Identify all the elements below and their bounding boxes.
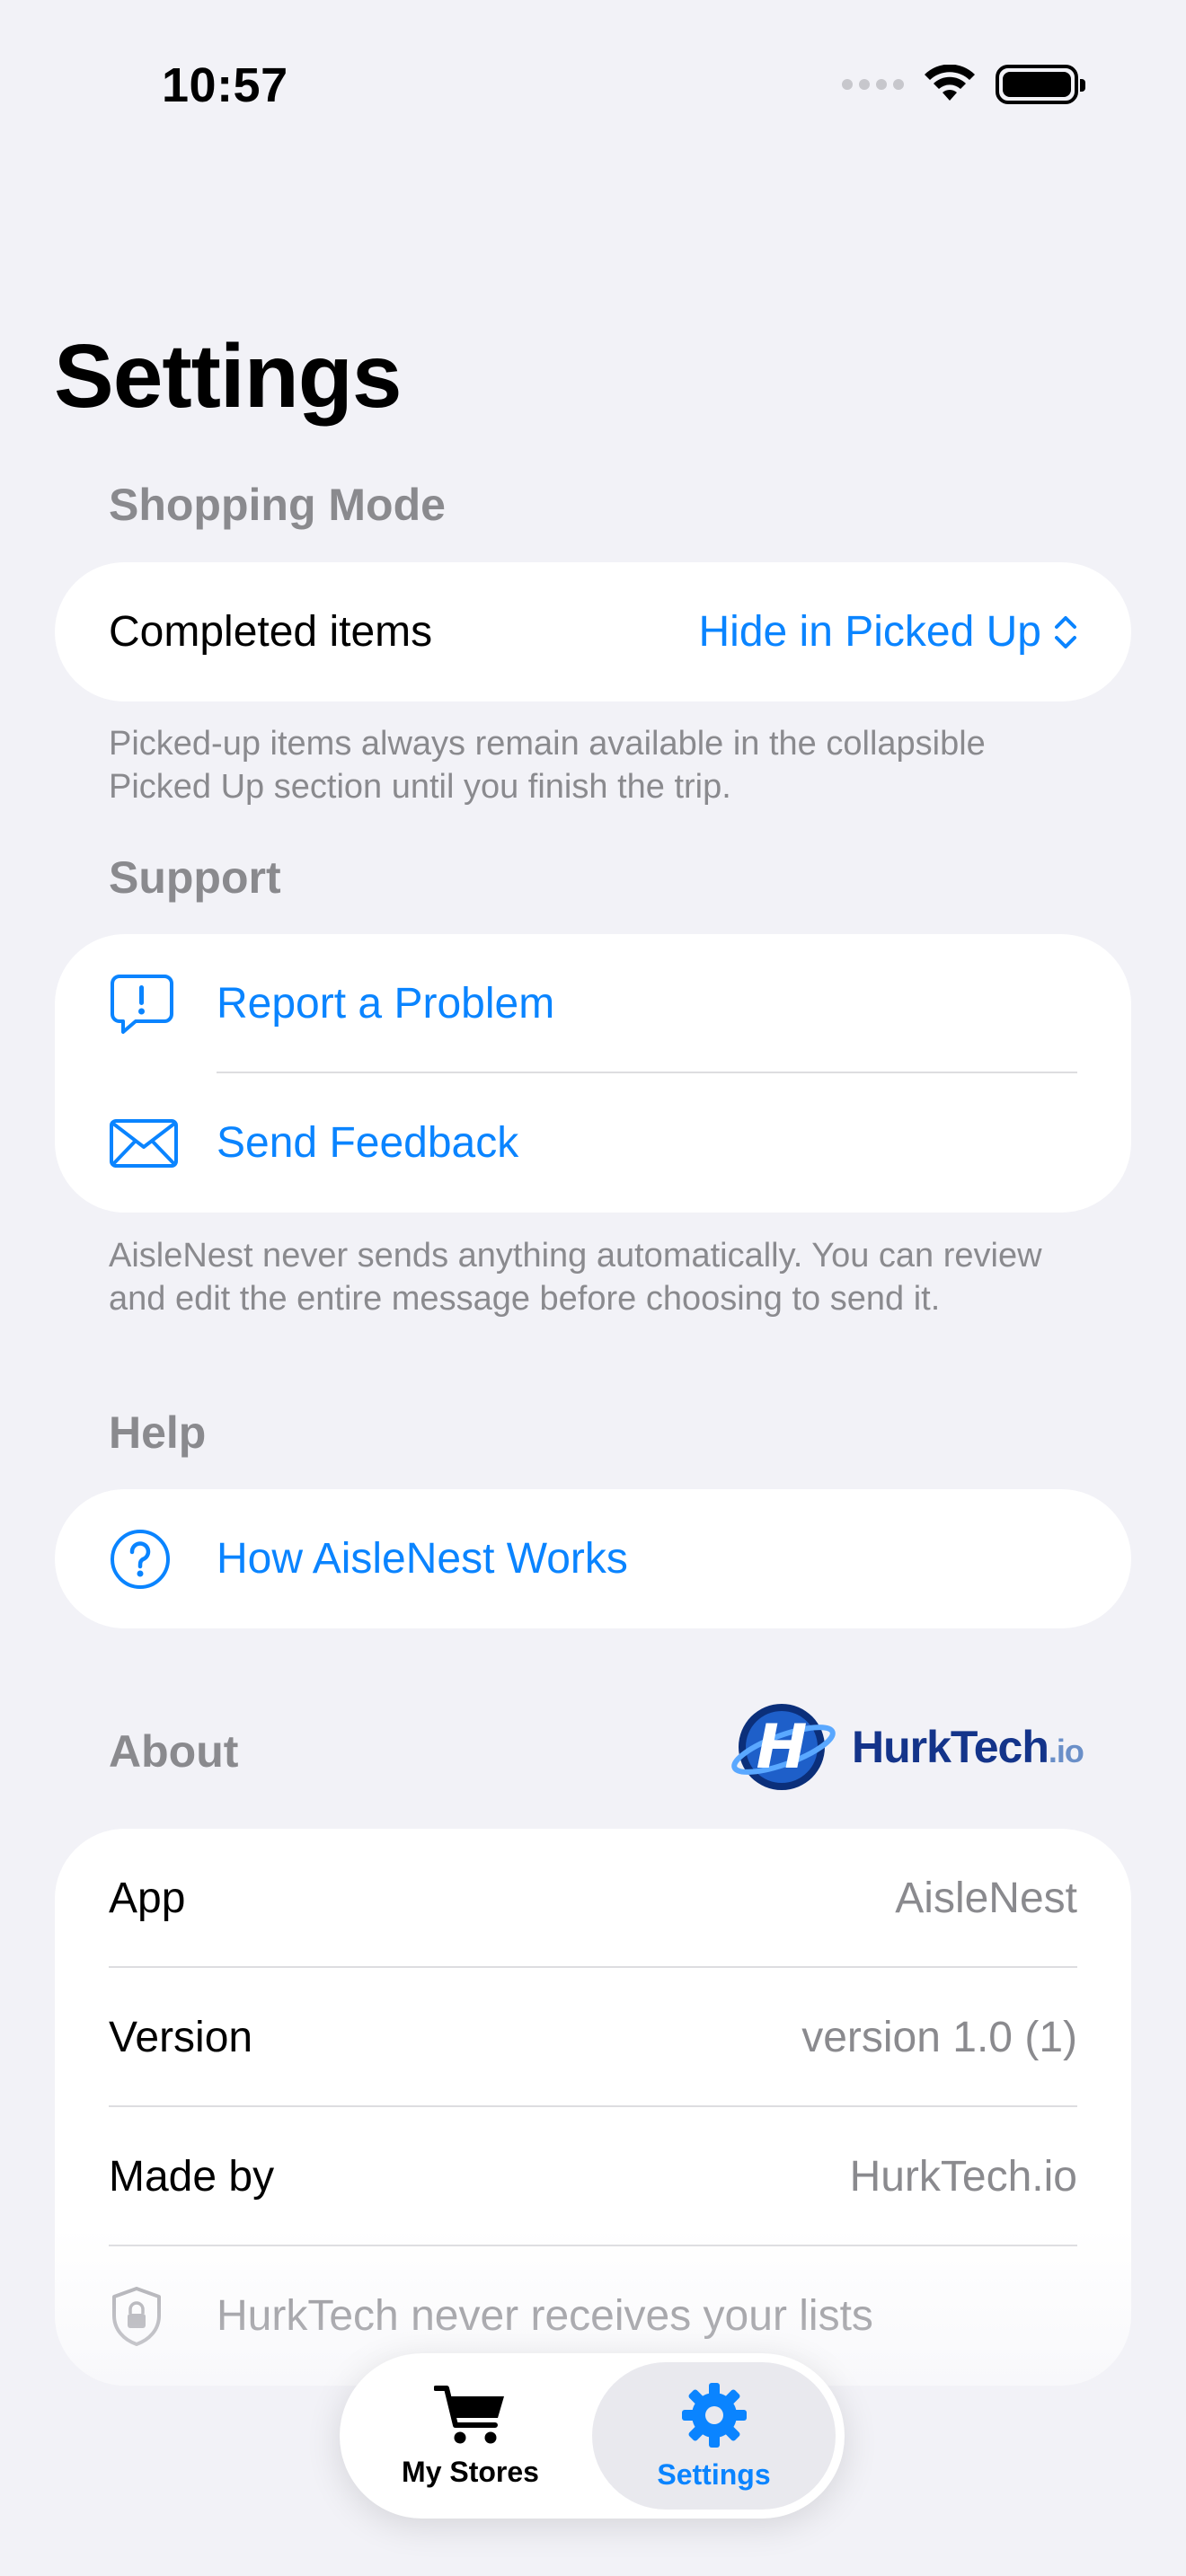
- page-title: Settings: [54, 326, 402, 427]
- tab-my-stores[interactable]: My Stores: [349, 2362, 592, 2510]
- help-card: How AisleNest Works: [55, 1489, 1131, 1628]
- tab-bar: My Stores Settings: [340, 2353, 845, 2519]
- battery-icon: [996, 65, 1085, 104]
- how-it-works-label: How AisleNest Works: [217, 1535, 628, 1583]
- about-version-value: version 1.0 (1): [801, 2014, 1077, 2061]
- about-version-label: Version: [109, 2014, 253, 2061]
- status-time: 10:57: [162, 58, 288, 112]
- hurktech-emblem-icon: H: [731, 1704, 836, 1790]
- completed-items-row[interactable]: Completed items Hide in Picked Up: [55, 562, 1131, 701]
- send-feedback-label: Send Feedback: [217, 1119, 519, 1167]
- wifi-icon: [925, 65, 975, 101]
- chevron-up-down-icon: [1055, 615, 1076, 648]
- about-app-label: App: [109, 1875, 186, 1922]
- about-made-by-value: HurkTech.io: [849, 2153, 1077, 2201]
- support-footer: AisleNest never sends anything automatic…: [109, 1237, 1042, 1318]
- privacy-note-text: HurkTech never receives your lists: [217, 2292, 873, 2340]
- report-bubble-icon: [109, 973, 217, 1036]
- report-problem-label: Report a Problem: [217, 980, 555, 1028]
- about-row-version: Version version 1.0 (1): [55, 1968, 1131, 2107]
- how-it-works-row[interactable]: How AisleNest Works: [55, 1489, 1131, 1628]
- about-card: App AisleNest Version version 1.0 (1) Ma…: [55, 1829, 1131, 2386]
- gear-icon: [681, 2382, 747, 2448]
- status-bar: 10:57: [0, 0, 1186, 171]
- section-header-about: About: [109, 1726, 239, 1777]
- report-problem-row[interactable]: Report a Problem: [55, 934, 1131, 1073]
- tab-settings-label: Settings: [657, 2457, 771, 2491]
- section-header-help: Help: [109, 1407, 207, 1458]
- lock-shield-icon: [109, 2285, 217, 2348]
- completed-items-label: Completed items: [109, 608, 433, 656]
- tab-settings[interactable]: Settings: [592, 2362, 836, 2510]
- cart-icon: [433, 2385, 504, 2443]
- logo-text: HurkTech.io: [852, 1722, 1084, 1772]
- envelope-icon: [109, 1118, 217, 1169]
- shopping-mode-card: Completed items Hide in Picked Up: [55, 562, 1131, 701]
- about-app-value: AisleNest: [895, 1875, 1077, 1922]
- status-icons: [842, 65, 1085, 104]
- tab-my-stores-label: My Stores: [402, 2455, 539, 2488]
- completed-items-picker[interactable]: Hide in Picked Up: [698, 607, 1077, 657]
- shopping-mode-footer: Picked-up items always remain available …: [109, 725, 986, 806]
- section-header-support: Support: [109, 852, 281, 903]
- question-circle-icon: [109, 1528, 217, 1591]
- support-card: Report a Problem Send Feedback: [55, 934, 1131, 1213]
- completed-items-value: Hide in Picked Up: [698, 608, 1041, 656]
- send-feedback-row[interactable]: Send Feedback: [55, 1073, 1131, 1213]
- about-row-app: App AisleNest: [55, 1829, 1131, 1968]
- about-row-made-by: Made by HurkTech.io: [55, 2107, 1131, 2246]
- about-made-by-label: Made by: [109, 2153, 275, 2201]
- hurktech-logo: H HurkTech.io: [728, 1698, 1084, 1796]
- section-header-shopping-mode: Shopping Mode: [109, 480, 446, 530]
- svg-text:H: H: [757, 1712, 808, 1783]
- cellular-signal-icon: [842, 79, 904, 90]
